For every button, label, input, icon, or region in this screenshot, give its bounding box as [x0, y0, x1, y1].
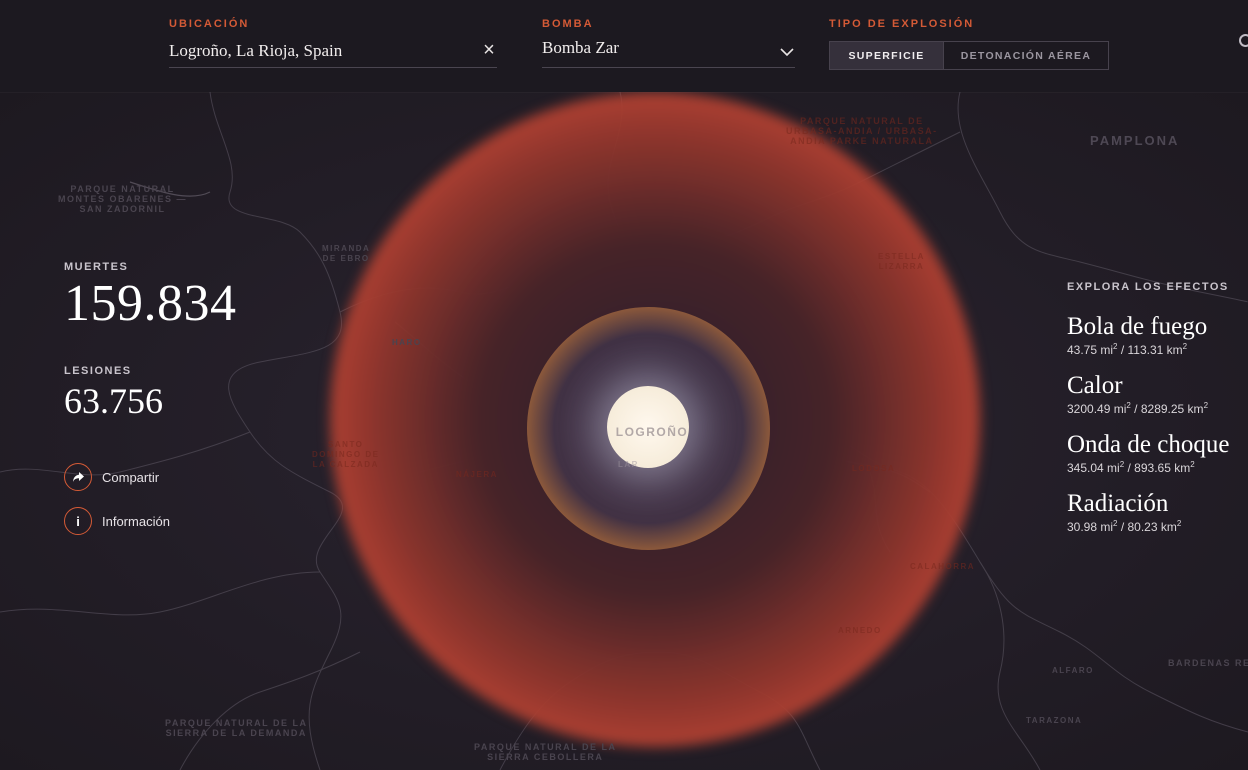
- map-label-pamplona: PAMPLONA: [1090, 133, 1180, 148]
- injuries-label: LESIONES: [64, 365, 132, 377]
- map-label-estella: ESTELLA LIZARRA: [878, 252, 925, 271]
- share-label: Compartir: [102, 469, 160, 485]
- effect-radiation[interactable]: Radiación 30.98 mi2 / 80.23 km2: [1067, 490, 1181, 534]
- map-label-najera: NÁJERA: [456, 470, 498, 479]
- clear-icon[interactable]: ×: [481, 40, 497, 60]
- menu-icon[interactable]: [1239, 34, 1248, 47]
- map-label-haro: HARO: [392, 338, 422, 347]
- effect-area: 30.98 mi2 / 80.23 km2: [1067, 519, 1182, 534]
- explosion-type-toggle[interactable]: SUPERFICIE DETONACIÓN AÉREA: [829, 41, 1109, 70]
- effect-area: 3200.49 mi2 / 8289.25 km2: [1067, 401, 1209, 416]
- location-field[interactable]: Logroño, La Rioja, Spain ×: [169, 38, 497, 68]
- map-label-urbasa: PARQUE NATURAL DE URBASA-ANDIA / URBASA-…: [786, 116, 938, 146]
- top-bar: UBICACIÓN Logroño, La Rioja, Spain × BOM…: [0, 0, 1248, 92]
- map-label-lardero: LAR: [618, 460, 639, 469]
- effects-title: EXPLORA LOS EFECTOS: [1067, 281, 1229, 293]
- map-label-santo-domingo: SANTO DOMINGO DE LA CALZADA: [312, 440, 380, 469]
- info-label: Información: [102, 513, 170, 529]
- share-icon: [64, 463, 92, 491]
- map-label-calahorra: CALAHORRA: [910, 562, 976, 571]
- info-button[interactable]: i Información: [64, 505, 170, 537]
- effect-heat[interactable]: Calor 3200.49 mi2 / 8289.25 km2: [1067, 372, 1208, 416]
- share-button[interactable]: Compartir: [64, 461, 159, 493]
- map-label-alfaro: ALFARO: [1052, 666, 1094, 675]
- explosion-type-label: TIPO DE EXPLOSIÓN: [829, 18, 975, 30]
- bomb-label: BOMBA: [542, 18, 594, 30]
- effect-name: Calor: [1067, 372, 1123, 399]
- option-surface[interactable]: SUPERFICIE: [830, 42, 943, 69]
- effect-area: 345.04 mi2 / 893.65 km2: [1067, 460, 1195, 475]
- effect-name: Onda de choque: [1067, 431, 1230, 458]
- bomb-value[interactable]: Bomba Zar: [542, 38, 619, 58]
- chevron-down-icon[interactable]: [779, 44, 795, 60]
- map-view[interactable]: LOGROÑO PAMPLONA PARQUE NATURAL DE URBAS…: [0, 92, 1248, 770]
- map-label-cebollera: PARQUE NATURAL DE LA SIERRA CEBOLLERA: [474, 742, 617, 762]
- deaths-value: 159.834: [64, 275, 237, 332]
- bomb-select[interactable]: Bomba Zar: [542, 38, 795, 68]
- map-label-bardenas: BARDENAS REA: [1168, 658, 1248, 668]
- location-label: UBICACIÓN: [169, 18, 250, 30]
- effect-shockwave[interactable]: Onda de choque 345.04 mi2 / 893.65 km2: [1067, 431, 1229, 475]
- option-airburst[interactable]: DETONACIÓN AÉREA: [943, 42, 1108, 69]
- injuries-value: 63.756: [64, 381, 163, 421]
- deaths-label: MUERTES: [64, 261, 129, 273]
- effect-name: Radiación: [1067, 490, 1169, 517]
- city-label: LOGROÑO: [615, 425, 689, 439]
- effect-name: Bola de fuego: [1067, 313, 1208, 340]
- info-icon: i: [64, 507, 92, 535]
- map-label-lodosa: LODOSA: [852, 464, 896, 473]
- map-label-demanda: PARQUE NATURAL DE LA SIERRA DE LA DEMAND…: [165, 718, 308, 738]
- effect-area: 43.75 mi2 / 113.31 km2: [1067, 342, 1188, 357]
- effect-fireball[interactable]: Bola de fuego 43.75 mi2 / 113.31 km2: [1067, 313, 1207, 357]
- map-label-tarazona: TARAZONA: [1026, 716, 1083, 725]
- location-value[interactable]: Logroño, La Rioja, Spain: [169, 41, 342, 61]
- map-label-montes: PARQUE NATURAL MONTES OBARENES — SAN ZAD…: [58, 184, 188, 214]
- map-label-miranda: MIRANDA DE EBRO: [322, 244, 371, 263]
- map-label-arnedo: ARNEDO: [838, 626, 882, 635]
